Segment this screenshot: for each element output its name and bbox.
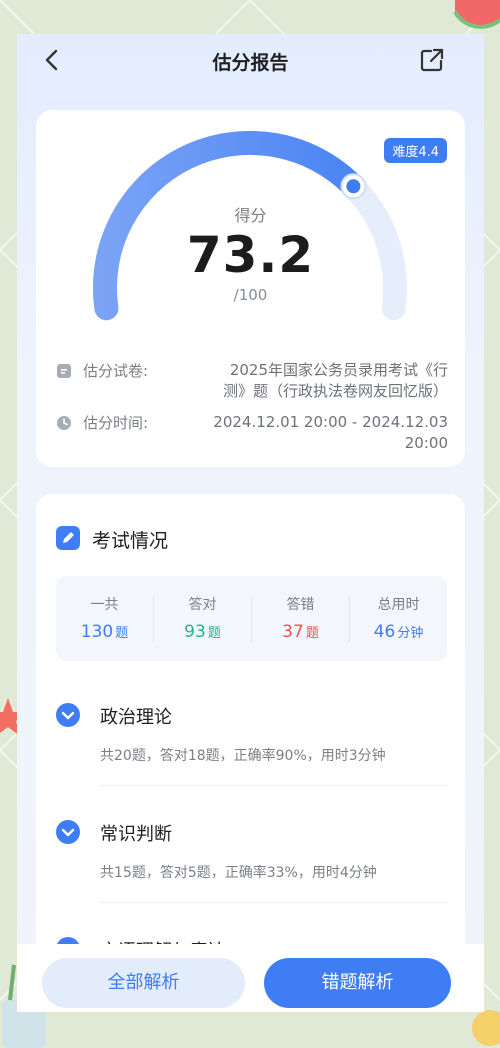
score-value: 73.2 bbox=[186, 226, 315, 284]
subject-detail: 共20题，答对18题，正确率90%，用时3分钟 bbox=[100, 748, 386, 764]
time-value: 2024.12.01 20:00 - 2024.12.03 20:00 bbox=[213, 413, 448, 452]
pen-icon bbox=[56, 526, 80, 550]
stat-correct-number: 93 bbox=[184, 622, 206, 642]
divider bbox=[100, 785, 447, 786]
document-icon bbox=[57, 364, 71, 378]
stat-correct-unit: 题 bbox=[207, 626, 221, 641]
subject-item[interactable]: 政治理论 共20题，答对18题，正确率90%，用时3分钟 bbox=[56, 703, 447, 793]
stat-total-unit: 题 bbox=[115, 626, 129, 641]
wrong-analysis-button[interactable]: 错题解析 bbox=[264, 958, 451, 1008]
exam-card: 考试情况 一共 130 题 答对 93 题 答错 37 题 总用时 46 分钟 … bbox=[36, 494, 465, 1012]
score-card: 难度4.4 得分 73.2 /100 估分试卷: 2025年国家公务员录用考试《… bbox=[36, 110, 465, 467]
paper-value: 2025年国家公务员录用考试《行测》题（行政执法卷网友回忆版） bbox=[222, 361, 448, 400]
chevron-down-icon[interactable] bbox=[56, 703, 80, 727]
stat-total-label: 一共 bbox=[90, 597, 119, 613]
stat-total-number: 130 bbox=[80, 622, 114, 642]
stat-wrong-number: 37 bbox=[282, 622, 304, 642]
chevron-down-icon[interactable] bbox=[56, 820, 80, 844]
stat-wrong-label: 答错 bbox=[286, 597, 315, 613]
app-screen: 估分报告 难度4.4 得分 73.2 /100 估分试卷: 2025年国家公务员… bbox=[17, 34, 484, 1012]
share-icon[interactable] bbox=[418, 46, 446, 74]
exam-title: 考试情况 bbox=[92, 530, 169, 552]
subject-name: 常识判断 bbox=[100, 824, 172, 845]
subject-item[interactable]: 常识判断 共15题，答对5题，正确率33%，用时4分钟 bbox=[56, 820, 447, 910]
score-label: 得分 bbox=[234, 206, 267, 225]
watermelon-decoration bbox=[453, 0, 500, 29]
clock-icon bbox=[57, 416, 71, 430]
stat-total-value: 130 题 bbox=[56, 622, 153, 642]
stats-panel: 一共 130 题 答对 93 题 答错 37 题 总用时 46 分钟 bbox=[56, 576, 447, 661]
paper-row: 估分试卷: 2025年国家公务员录用考试《行测》题（行政执法卷网友回忆版） bbox=[56, 360, 448, 404]
stat-duration-unit: 分钟 bbox=[397, 626, 424, 641]
stat-wrong: 答错 37 题 bbox=[252, 576, 349, 661]
stat-correct: 答对 93 题 bbox=[154, 576, 251, 661]
time-row: 估分时间: 2024.12.01 20:00 - 2024.12.03 20:0… bbox=[56, 412, 448, 456]
stat-duration-number: 46 bbox=[373, 622, 396, 642]
bottom-action-bar: 全部解析 错题解析 bbox=[17, 944, 484, 1012]
stat-duration-label: 总用时 bbox=[377, 597, 420, 613]
all-analysis-button[interactable]: 全部解析 bbox=[42, 958, 245, 1008]
shell-decoration bbox=[472, 1010, 500, 1046]
divider bbox=[100, 902, 447, 903]
time-label: 估分时间: bbox=[83, 414, 149, 432]
stat-duration: 总用时 46 分钟 bbox=[350, 576, 447, 661]
stat-correct-value: 93 题 bbox=[154, 622, 251, 642]
stat-correct-label: 答对 bbox=[188, 597, 217, 613]
stat-wrong-value: 37 题 bbox=[252, 622, 349, 642]
stat-duration-value: 46 分钟 bbox=[350, 622, 447, 642]
score-total: /100 bbox=[233, 286, 268, 304]
subject-name: 政治理论 bbox=[100, 707, 172, 728]
stat-wrong-unit: 题 bbox=[305, 626, 319, 641]
stat-total: 一共 130 题 bbox=[56, 576, 153, 661]
nav-bar: 估分报告 bbox=[17, 34, 484, 86]
subject-detail: 共15题，答对5题，正确率33%，用时4分钟 bbox=[100, 865, 377, 881]
gauge-knob-inner bbox=[346, 179, 361, 194]
difficulty-badge: 难度4.4 bbox=[384, 138, 447, 163]
paper-label: 估分试卷: bbox=[83, 362, 149, 380]
page-title: 估分报告 bbox=[212, 52, 289, 74]
